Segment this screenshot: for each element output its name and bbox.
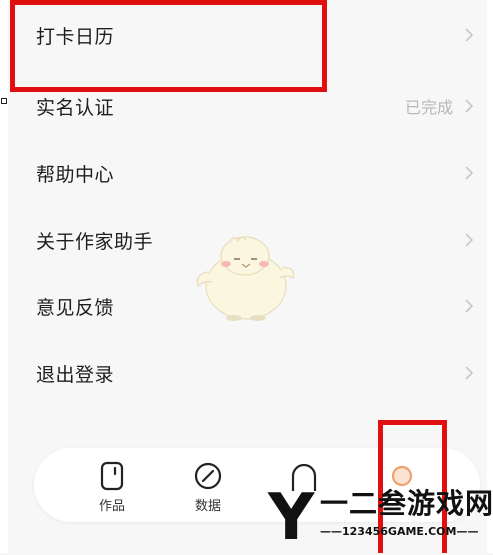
menu-item-label: 关于作家助手: [36, 230, 154, 253]
chevron-right-icon: [465, 99, 474, 113]
chevron-right-icon: [465, 28, 474, 42]
menu-item-label: 帮助中心: [36, 163, 115, 186]
selection-handle: [1, 98, 7, 104]
works-icon: [100, 461, 124, 491]
chevron-right-icon: [465, 299, 474, 313]
menu-item-help-center[interactable]: 帮助中心: [8, 140, 487, 206]
menu-item-label: 实名认证: [36, 96, 115, 119]
tab-works[interactable]: 作品: [82, 448, 142, 522]
menu-item-logout[interactable]: 退出登录: [8, 340, 487, 406]
highlight-annotation-box: [10, 0, 327, 92]
chevron-right-icon: [465, 166, 474, 180]
tab-label: 数据: [194, 499, 221, 514]
menu-item-label: 退出登录: [36, 363, 115, 386]
watermark-brand: 一二叁游戏网: [320, 487, 493, 520]
tab-label: 作品: [98, 499, 125, 514]
watermark-letter: Y: [268, 481, 315, 555]
right-edge: [487, 0, 493, 553]
site-watermark: Y 一二叁游戏网 ——123456GAME.COM——: [268, 486, 493, 553]
chevron-right-icon: [465, 233, 474, 247]
settings-page: 打卡日历 实名认证 已完成 帮助中心 关于作家助手 意见反馈 退出登录 作品 数…: [0, 0, 493, 553]
menu-item-label: 意见反馈: [36, 296, 115, 319]
status-completed: 已完成: [404, 98, 453, 117]
tab-data[interactable]: 数据: [178, 448, 238, 522]
watermark-url: ——123456GAME.COM——: [320, 525, 479, 538]
chevron-right-icon: [465, 366, 474, 380]
mascot-chick-icon: [196, 236, 295, 321]
data-icon: [194, 462, 222, 490]
left-edge: [0, 0, 8, 553]
